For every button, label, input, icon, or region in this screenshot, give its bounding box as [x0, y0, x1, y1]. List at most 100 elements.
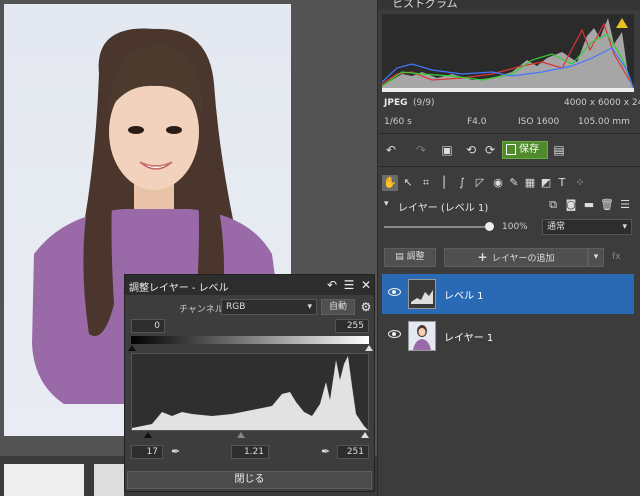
add-layer-button[interactable]: + レイヤーの追加 [444, 248, 588, 267]
filmstrip-thumb[interactable] [94, 464, 124, 496]
auto-button[interactable]: 自動 [321, 299, 355, 315]
image-dimensions: 4000 x 6000 x 24 [564, 98, 640, 108]
input-black-field[interactable]: 17 [131, 445, 163, 459]
rotate-right-icon[interactable]: ⟳ [481, 141, 499, 159]
histogram-chart [381, 14, 635, 92]
fx-label[interactable]: fx [612, 252, 621, 262]
black-eyedropper-icon[interactable]: ✒ [171, 445, 183, 459]
input-white-value: 251 [346, 447, 364, 457]
input-white-field[interactable]: 251 [337, 445, 369, 459]
output-high-value: 255 [346, 321, 364, 331]
close-button-label: 閉じる [234, 474, 265, 485]
layer-row[interactable]: レベル 1 [382, 274, 634, 314]
layer-row[interactable]: レイヤー 1 [382, 316, 634, 356]
input-white-handle[interactable] [361, 432, 369, 438]
divider [378, 133, 640, 134]
undo-icon[interactable]: ↶ [382, 141, 400, 159]
opacity-slider[interactable] [384, 226, 488, 228]
output-white-handle[interactable] [365, 345, 373, 351]
adjust-button-label: 調整 [406, 252, 425, 262]
adjust-button[interactable]: ▤ 調整 [384, 248, 436, 267]
photo-layer-thumbnail [408, 321, 436, 351]
save-button[interactable]: 保存 [502, 141, 548, 159]
input-gamma-handle[interactable] [237, 432, 245, 438]
layer-name: レイヤー 1 [444, 333, 494, 344]
straighten-tool-icon[interactable]: ⎮ [436, 175, 452, 191]
save-button-label: 保存 [519, 144, 539, 155]
opacity-slider-handle[interactable] [485, 222, 494, 231]
image-format: JPEG [384, 98, 408, 108]
output-low-field[interactable]: 0 [131, 319, 165, 333]
collapse-icon[interactable]: ▾ [384, 199, 389, 209]
input-black-handle[interactable] [144, 432, 152, 438]
histogram-panel-header[interactable]: ヒストグラム [378, 0, 640, 10]
white-eyedropper-icon[interactable]: ✒ [321, 445, 333, 459]
output-low-value: 0 [154, 321, 160, 331]
levels-dialog-header[interactable]: 調整レイヤー - レベル ↶ ☰ ✕ [125, 275, 374, 295]
input-black-value: 17 [146, 447, 158, 457]
eye-tool-icon[interactable]: ◉ [490, 175, 506, 191]
duplicate-layer-icon[interactable]: ⧉ [544, 196, 562, 214]
plus-icon: + [477, 250, 492, 264]
levels-layer-thumbnail [408, 279, 436, 309]
close-button[interactable]: 閉じる [127, 471, 372, 489]
iso: ISO 1600 [518, 117, 560, 127]
shape-tool-icon[interactable]: ◩ [538, 175, 554, 191]
adjust-icon: ▤ [395, 252, 407, 262]
hand-tool-icon[interactable]: ✋ [382, 175, 398, 191]
auto-button-label: 自動 [328, 302, 347, 312]
select-tool-icon[interactable]: ↖ [400, 175, 416, 191]
clipping-warning-icon [616, 18, 628, 28]
channel-value: RGB [226, 302, 246, 312]
add-layer-dropdown[interactable]: ▾ [588, 248, 604, 267]
menu-icon[interactable]: ☰ [342, 277, 356, 293]
folder-icon[interactable]: ▬ [580, 196, 598, 214]
right-panel: ヒストグラム JPEG (9/9) 4000 x 6000 x 24 1/60 … [377, 0, 640, 496]
brush-tool-icon[interactable]: ∫ [454, 175, 470, 191]
chevron-down-icon: ▾ [593, 252, 599, 262]
divider [378, 166, 640, 167]
layers-panel-title: レイヤー (レベル 1) [398, 203, 489, 214]
effects-tool-icon[interactable]: ⁘ [572, 175, 588, 191]
layers-panel-header[interactable]: ▾ レイヤー (レベル 1) ⧉ ◙ ▬ 🗑 ☰ [378, 196, 640, 216]
crop-tool-icon[interactable]: ⌗ [418, 175, 434, 191]
save-as-icon[interactable]: ▤ [550, 141, 568, 159]
channel-select[interactable]: RGB ▾ [221, 299, 317, 315]
gradient-tool-icon[interactable]: ◸ [472, 175, 488, 191]
visibility-eye-icon[interactable] [388, 330, 401, 338]
chevron-down-icon: ▾ [307, 302, 312, 312]
add-layer-button-label: レイヤーの追加 [491, 254, 555, 264]
grid-tool-icon[interactable]: ▦ [522, 175, 538, 191]
levels-histogram [131, 353, 369, 431]
layer-name: レベル 1 [444, 291, 484, 302]
output-black-handle[interactable] [128, 345, 136, 351]
close-icon[interactable]: ✕ [359, 277, 373, 293]
blend-mode-select[interactable]: 通常 ▾ [542, 219, 632, 235]
image-icon[interactable]: ▣ [438, 141, 456, 159]
output-high-field[interactable]: 255 [335, 319, 369, 333]
mask-icon[interactable]: ◙ [562, 196, 580, 214]
redo-icon[interactable]: ↷ [412, 141, 430, 159]
opacity-value: 100% [502, 222, 528, 232]
channel-label: チャンネル: [179, 305, 227, 315]
clone-tool-icon[interactable]: ✎ [506, 175, 522, 191]
output-gradient-bar [131, 336, 369, 344]
levels-dialog-title: 調整レイヤー - レベル [129, 283, 229, 294]
rotate-left-icon[interactable]: ⟲ [462, 141, 480, 159]
input-gamma-value: 1.21 [243, 447, 264, 457]
visibility-eye-icon[interactable] [388, 288, 401, 296]
image-count: (9/9) [413, 98, 435, 108]
reset-icon[interactable]: ↶ [325, 277, 339, 293]
chevron-down-icon: ▾ [622, 222, 627, 232]
layer-menu-icon[interactable]: ☰ [616, 196, 634, 214]
settings-gear-icon[interactable]: ⚙ [359, 299, 373, 315]
histogram-panel-title: ヒストグラム [392, 0, 458, 10]
blend-mode-value: 通常 [547, 222, 566, 232]
delete-layer-icon[interactable]: 🗑 [598, 196, 616, 214]
save-icon [506, 144, 516, 155]
input-gamma-field[interactable]: 1.21 [231, 445, 269, 459]
filmstrip-thumb[interactable] [4, 464, 84, 496]
text-tool-icon[interactable]: T [554, 175, 570, 191]
shutter-speed: 1/60 s [384, 117, 412, 127]
aperture: F4.0 [467, 117, 487, 127]
